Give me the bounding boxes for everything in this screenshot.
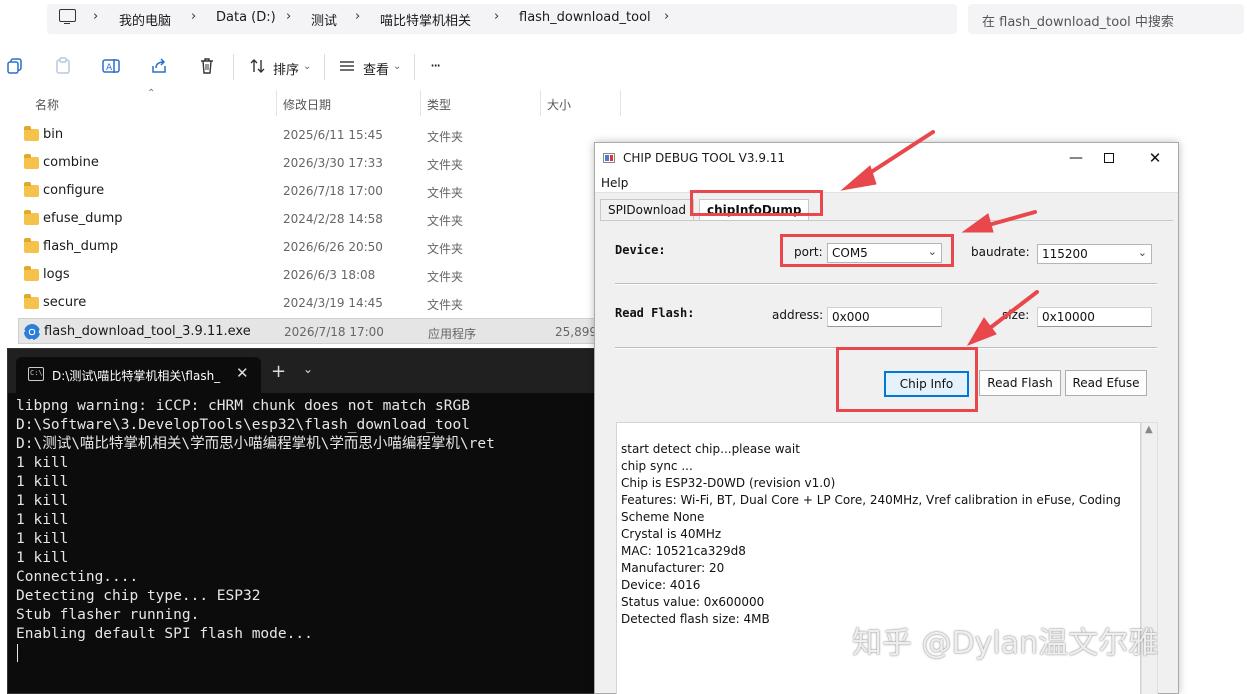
annotation-arrowhead xyxy=(966,317,997,346)
annotation-arrow xyxy=(983,210,1037,228)
annotation-arrows xyxy=(840,130,1039,346)
watermark-text: 知乎 @Dylan温文尔雅 xyxy=(852,626,1159,661)
annotation-arrow xyxy=(860,130,935,180)
annotation-arrowhead xyxy=(961,213,994,233)
annotation-arrow xyxy=(988,290,1039,330)
annotation-arrowhead xyxy=(840,165,877,191)
